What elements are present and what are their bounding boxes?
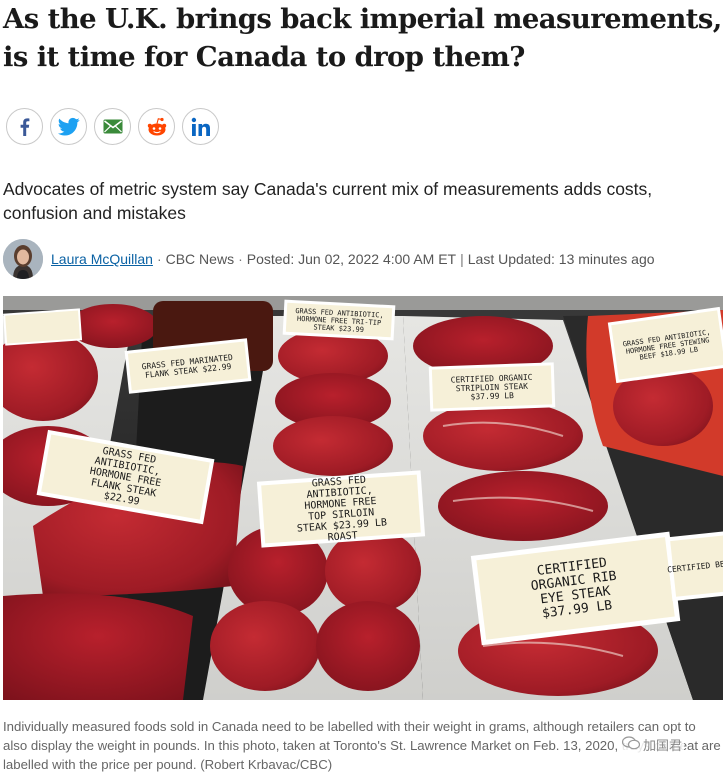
share-twitter-button[interactable]: [50, 108, 87, 145]
share-facebook-button[interactable]: [6, 108, 43, 145]
linkedin-icon: [191, 117, 210, 136]
chat-bubble-icon: [621, 736, 641, 753]
article-headline: As the U.K. brings back imperial measure…: [3, 3, 722, 73]
byline: Laura McQuillan · CBC News · Posted: Jun…: [3, 239, 655, 279]
article-photo[interactable]: GRASS FED MARINATEDFLANK STEAK $22.99 GRA…: [3, 296, 723, 700]
share-buttons: [6, 108, 219, 145]
byline-divider: |: [460, 251, 464, 267]
updated-date: Last Updated: 13 minutes ago: [467, 251, 655, 267]
share-email-button[interactable]: [94, 108, 131, 145]
watermark: 加国君: [620, 735, 685, 754]
byline-separator: ·: [238, 251, 243, 267]
price-label-text: CERTIFIEDORGANIC RIBEYE STEAK$37.99 LB: [528, 555, 621, 623]
share-linkedin-button[interactable]: [182, 108, 219, 145]
twitter-icon: [57, 117, 80, 136]
author-avatar[interactable]: [3, 239, 43, 279]
posted-date: Posted: Jun 02, 2022 4:00 AM ET: [246, 251, 457, 267]
reddit-icon: [147, 117, 166, 135]
photo-caption: Individually measured foods sold in Cana…: [3, 719, 721, 772]
source-name: CBC News: [165, 251, 235, 267]
meat-counter-image: GRASS FED MARINATEDFLANK STEAK $22.99GRA…: [3, 296, 723, 700]
byline-separator: ·: [156, 251, 162, 267]
email-icon: [103, 119, 122, 134]
share-reddit-button[interactable]: [138, 108, 175, 145]
watermark-text: 加国君: [643, 738, 683, 753]
article-dek: Advocates of metric system say Canada's …: [3, 179, 653, 223]
author-link[interactable]: Laura McQuillan: [51, 251, 153, 267]
facebook-icon: [20, 117, 29, 136]
